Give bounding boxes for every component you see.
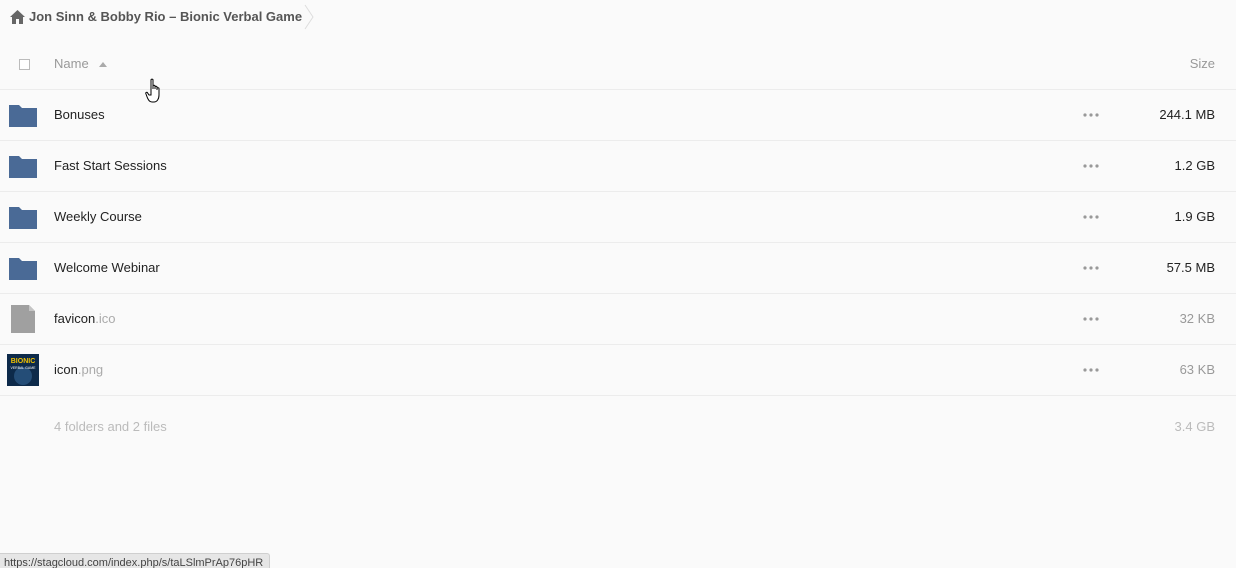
folder-icon[interactable] bbox=[7, 99, 39, 131]
more-actions-icon[interactable] bbox=[1083, 266, 1099, 270]
sort-ascending-icon[interactable] bbox=[99, 62, 107, 67]
link-status-bar: https://stagcloud.com/index.php/s/taLSlm… bbox=[0, 553, 271, 568]
file-name[interactable]: Welcome Webinar bbox=[54, 260, 160, 275]
file-name[interactable]: icon.png bbox=[54, 362, 103, 377]
select-all-checkbox[interactable] bbox=[19, 59, 30, 70]
file-row[interactable]: Weekly Course 1.9 GB bbox=[0, 192, 1236, 243]
file-size: 1.9 GB bbox=[1174, 209, 1215, 224]
file-size: 57.5 MB bbox=[1166, 260, 1215, 275]
folder-icon[interactable] bbox=[7, 252, 39, 284]
file-name[interactable]: Fast Start Sessions bbox=[54, 158, 167, 173]
file-name[interactable]: Bonuses bbox=[54, 107, 105, 122]
svg-text:VERBAL GAME: VERBAL GAME bbox=[11, 366, 37, 370]
file-size: 63 KB bbox=[1179, 362, 1215, 377]
file-size: 244.1 MB bbox=[1159, 107, 1215, 122]
svg-text:BIONIC: BIONIC bbox=[11, 358, 36, 365]
breadcrumb: Jon Sinn & Bobby Rio – Bionic Verbal Gam… bbox=[0, 0, 330, 34]
file-row[interactable]: Bonuses 244.1 MB bbox=[0, 90, 1236, 141]
file-size: 32 KB bbox=[1179, 311, 1215, 326]
more-actions-icon[interactable] bbox=[1083, 164, 1099, 168]
file-name[interactable]: favicon.ico bbox=[54, 311, 115, 326]
folder-icon[interactable] bbox=[7, 201, 39, 233]
file-list-header: Name Size bbox=[0, 40, 1236, 90]
summary-count: 4 folders and 2 files bbox=[54, 419, 167, 434]
more-actions-icon[interactable] bbox=[1083, 368, 1099, 372]
hand-pointer-cursor-icon bbox=[145, 78, 160, 103]
summary-total-size: 3.4 GB bbox=[1174, 419, 1215, 434]
breadcrumb-current-folder[interactable]: Jon Sinn & Bobby Rio – Bionic Verbal Gam… bbox=[29, 9, 302, 24]
more-actions-icon[interactable] bbox=[1083, 215, 1099, 219]
file-name[interactable]: Weekly Course bbox=[54, 209, 142, 224]
file-size: 1.2 GB bbox=[1174, 158, 1215, 173]
file-row[interactable]: BIONIC VERBAL GAME icon.png 63 KB bbox=[0, 345, 1236, 396]
file-row[interactable]: favicon.ico 32 KB bbox=[0, 294, 1236, 345]
file-row[interactable]: Fast Start Sessions 1.2 GB bbox=[0, 141, 1236, 192]
breadcrumb-separator-icon bbox=[304, 4, 314, 30]
generic-file-icon[interactable] bbox=[7, 303, 39, 335]
column-name-header[interactable]: Name bbox=[54, 56, 89, 71]
image-thumbnail[interactable]: BIONIC VERBAL GAME bbox=[7, 354, 39, 386]
column-size-header[interactable]: Size bbox=[1190, 56, 1215, 71]
more-actions-icon[interactable] bbox=[1083, 317, 1099, 321]
more-actions-icon[interactable] bbox=[1083, 113, 1099, 117]
home-icon[interactable] bbox=[10, 10, 25, 24]
file-list-summary: 4 folders and 2 files 3.4 GB bbox=[0, 396, 1236, 456]
folder-icon[interactable] bbox=[7, 150, 39, 182]
file-row[interactable]: Welcome Webinar 57.5 MB bbox=[0, 243, 1236, 294]
